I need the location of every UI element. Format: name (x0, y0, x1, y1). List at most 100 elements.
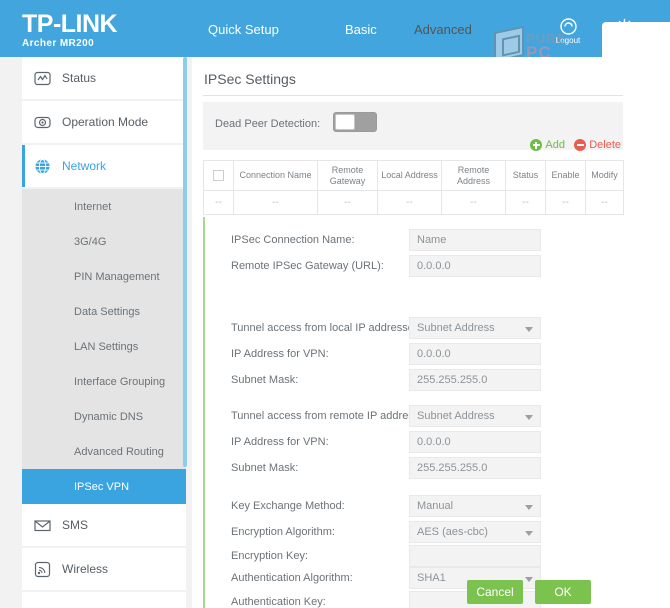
sidebar-item-status[interactable]: Status (22, 57, 186, 99)
encryption-algorithm-select[interactable]: AES (aes-cbc) (409, 521, 541, 543)
sidebar-item-label: Network (62, 159, 107, 173)
cell-modify: -- (585, 190, 624, 215)
logout-label: Logout (555, 36, 581, 45)
key-exchange-method-select[interactable]: Manual (409, 495, 541, 517)
main-content: IPSec Settings Dead Peer Detection: Add … (192, 57, 670, 608)
ipsec-connection-form: IPSec Connection Name: Name Remote IPSec… (203, 217, 623, 608)
sidebar-subitem-data-settings[interactable]: Data Settings (22, 294, 186, 329)
field-value: 255.255.255.0 (417, 462, 488, 474)
field-value: Subnet Address (417, 322, 495, 334)
dead-peer-detection-toggle[interactable] (333, 112, 377, 132)
column-remote-address: Remote Address (441, 160, 506, 191)
sidebar-item-label: Status (62, 71, 97, 85)
field-label: Key Exchange Method: (231, 500, 345, 512)
field-value: Name (417, 234, 447, 246)
column-modify: Modify (585, 160, 624, 191)
cell-status: -- (505, 190, 546, 215)
tunnel-access-remote-select[interactable]: Subnet Address (409, 405, 541, 427)
sidebar-subitem-advanced-routing[interactable]: Advanced Routing (22, 434, 186, 469)
network-submenu: Internet 3G/4G PIN Management Data Setti… (22, 189, 186, 504)
status-chart-icon (22, 70, 62, 87)
field-label: Tunnel access from remote IP addresses: (231, 410, 434, 422)
router-admin-page: TP-LINK Archer MR200 Quick Setup Basic A… (0, 0, 670, 608)
sidebar-item-wireless[interactable]: Wireless (22, 548, 186, 590)
sidebar-subitem-dynamic-dns[interactable]: Dynamic DNS (22, 399, 186, 434)
sidebar-item-guest-network[interactable]: Guest Network (22, 592, 186, 608)
field-value: 0.0.0.0 (417, 436, 451, 448)
tab-quick-setup[interactable]: Quick Setup (208, 22, 279, 37)
sidebar-item-label: Operation Mode (62, 115, 149, 129)
remote-ipsec-gateway-input[interactable]: 0.0.0.0 (409, 255, 541, 277)
cell-remote-gateway: -- (317, 190, 378, 215)
logout-button[interactable]: Logout (542, 18, 594, 45)
field-label: Encryption Key: (231, 550, 309, 562)
sidebar-subitem-3g4g[interactable]: 3G/4G (22, 224, 186, 259)
sidebar-item-sms[interactable]: SMS (22, 504, 186, 546)
field-label: IPSec Connection Name: (231, 234, 355, 246)
sidebar-scrollbar[interactable] (183, 57, 187, 467)
dead-peer-detection-label: Dead Peer Detection: (215, 118, 321, 130)
table-action-row: Add Delete (203, 139, 623, 159)
guest-users-icon (22, 605, 62, 608)
remote-ip-address-vpn-input[interactable]: 0.0.0.0 (409, 431, 541, 453)
field-label: Encryption Algorithm: (231, 526, 335, 538)
ok-button[interactable]: OK (535, 580, 591, 604)
chevron-down-icon (525, 505, 533, 510)
local-subnet-mask-input[interactable]: 255.255.255.0 (409, 369, 541, 391)
cell-connection-name: -- (233, 190, 318, 215)
page-title: IPSec Settings (204, 71, 296, 87)
ipsec-connection-name-input[interactable]: Name (409, 229, 541, 251)
app-header: TP-LINK Archer MR200 Quick Setup Basic A… (0, 0, 670, 67)
local-ip-address-vpn-input[interactable]: 0.0.0.0 (409, 343, 541, 365)
encryption-key-input[interactable] (409, 545, 541, 567)
plus-circle-icon (530, 139, 543, 151)
sidebar-subitem-ipsec-vpn[interactable]: IPSec VPN (22, 469, 186, 504)
field-value: 0.0.0.0 (417, 348, 451, 360)
tab-basic[interactable]: Basic (345, 22, 377, 37)
title-divider (203, 95, 623, 96)
sidebar-subitem-lan-settings[interactable]: LAN Settings (22, 329, 186, 364)
sidebar-subitem-internet[interactable]: Internet (22, 189, 186, 224)
field-value: 0.0.0.0 (417, 260, 451, 272)
brand-name: TP-LINK (22, 10, 118, 38)
column-connection-name: Connection Name (233, 160, 318, 191)
field-value: AES (aes-cbc) (417, 526, 488, 538)
sidebar-subitem-pin-management[interactable]: PIN Management (22, 259, 186, 294)
select-all-checkbox[interactable] (213, 170, 224, 182)
header-action-icons: Logout Reboot (542, 18, 662, 56)
add-button[interactable]: Add (530, 139, 565, 151)
column-enable: Enable (545, 160, 586, 191)
field-label: Tunnel access from local IP addresses: (231, 322, 423, 334)
cell-enable: -- (545, 190, 586, 215)
chevron-down-icon (525, 415, 533, 420)
tunnel-access-local-select[interactable]: Subnet Address (409, 317, 541, 339)
field-value: Manual (417, 500, 454, 512)
sidebar-subitem-interface-grouping[interactable]: Interface Grouping (22, 364, 186, 399)
remote-subnet-mask-input[interactable]: 255.255.255.0 (409, 457, 541, 479)
table-header-row: Connection Name Remote Gateway Local Add… (203, 160, 624, 191)
select-all-header (203, 160, 234, 191)
chevron-down-icon (525, 327, 533, 332)
sidebar-item-label: Wireless (62, 562, 109, 576)
brand-logo[interactable]: TP-LINK Archer MR200 (22, 10, 118, 50)
logout-icon (559, 18, 577, 35)
tab-advanced[interactable]: Advanced (414, 22, 472, 37)
operation-mode-icon (22, 114, 62, 131)
sidebar-item-network[interactable]: Network (22, 145, 186, 187)
field-value: 255.255.255.0 (417, 374, 488, 386)
reboot-label: Reboot (611, 36, 637, 45)
cell-local-address: -- (377, 190, 442, 215)
cancel-button[interactable]: Cancel (467, 580, 523, 604)
cell-select: -- (203, 190, 234, 215)
delete-button[interactable]: Delete (574, 139, 621, 151)
reboot-button[interactable]: Reboot (598, 18, 650, 45)
sidebar-item-operation-mode[interactable]: Operation Mode (22, 101, 186, 143)
sidebar-nav: Status Operation Mode Network Internet 3… (0, 57, 186, 608)
sidebar-item-label: SMS (62, 518, 89, 532)
field-value: Subnet Address (417, 410, 495, 422)
add-label: Add (545, 139, 565, 151)
ipsec-connections-table: Connection Name Remote Gateway Local Add… (203, 160, 624, 215)
globe-icon (22, 158, 62, 175)
delete-label: Delete (589, 139, 621, 151)
wireless-signal-icon (22, 561, 62, 578)
